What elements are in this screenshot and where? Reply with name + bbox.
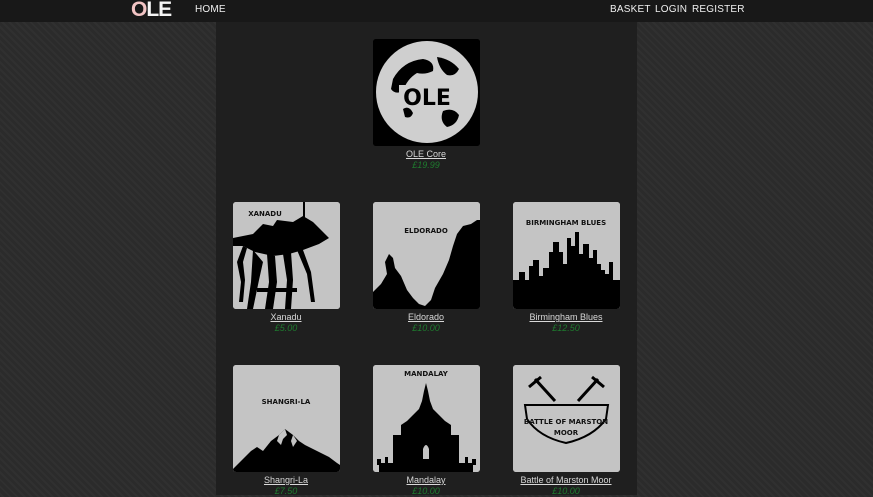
- product-price: £10.00: [412, 486, 440, 496]
- nav-basket-link[interactable]: BASKET: [610, 0, 651, 20]
- product-price: £19.99: [412, 160, 440, 170]
- top-navbar: OLE HOME BASKET LOGIN REGISTER: [0, 0, 873, 22]
- ole-core-thumbnail[interactable]: OLE: [372, 39, 480, 146]
- nav-home-link[interactable]: HOME: [195, 0, 226, 20]
- product-name-link[interactable]: Birmingham Blues: [511, 312, 621, 323]
- mandalay-image-text: MANDALAY: [404, 370, 449, 378]
- product-name-link[interactable]: Mandalay: [371, 475, 481, 486]
- product-card-battle-of-marston-moor: BATTLE OF MARSTON MOOR Battle of Marston…: [511, 365, 621, 497]
- globe-logo-icon: OLE: [372, 39, 480, 146]
- battle-image-text-line2: MOOR: [553, 429, 578, 437]
- product-price: £5.00: [274, 323, 298, 333]
- product-name-link[interactable]: Shangri-La: [231, 475, 341, 486]
- crossed-swords-icon: BATTLE OF MARSTON MOOR: [512, 365, 620, 472]
- mountains-icon: SHANGRI-LA: [232, 365, 340, 472]
- shangri-la-image-text: SHANGRI-LA: [261, 398, 310, 406]
- battle-of-marston-moor-thumbnail[interactable]: BATTLE OF MARSTON MOOR: [512, 365, 620, 472]
- shangri-la-thumbnail[interactable]: SHANGRI-LA: [232, 365, 340, 472]
- birmingham-blues-image-text: BIRMINGHAM BLUES: [525, 219, 605, 227]
- birmingham-blues-thumbnail[interactable]: BIRMINGHAM BLUES: [512, 202, 620, 309]
- product-card-mandalay: MANDALAY Mandalay £10.00: [371, 365, 481, 497]
- xanadu-image-text: XANADU: [248, 210, 282, 218]
- product-card-xanadu: XANADU Xanadu £5.00: [231, 202, 341, 334]
- pagoda-icon: MANDALAY: [372, 365, 480, 472]
- product-card-ole-core: OLE OLE Core £19.99: [371, 39, 481, 171]
- city-skyline-icon: BIRMINGHAM BLUES: [512, 202, 620, 309]
- product-name-link[interactable]: Battle of Marston Moor: [511, 475, 621, 486]
- eldorado-thumbnail[interactable]: ELDORADO: [372, 202, 480, 309]
- nav-login-link[interactable]: LOGIN: [655, 0, 687, 20]
- eldorado-image-text: ELDORADO: [404, 227, 448, 235]
- product-price: £10.00: [412, 323, 440, 333]
- product-card-shangri-la: SHANGRI-LA Shangri-La £7.50: [231, 365, 341, 497]
- product-card-eldorado: ELDORADO Eldorado £10.00: [371, 202, 481, 334]
- battle-image-text-line1: BATTLE OF MARSTON: [523, 418, 607, 426]
- product-price: £10.00: [552, 486, 580, 496]
- product-name-link[interactable]: OLE Core: [371, 149, 481, 160]
- floating-city-icon: XANADU: [232, 202, 340, 309]
- ole-core-image-text: OLE: [403, 86, 451, 111]
- mandalay-thumbnail[interactable]: MANDALAY: [372, 365, 480, 472]
- canyon-icon: ELDORADO: [372, 202, 480, 309]
- product-price: £7.50: [274, 486, 298, 496]
- xanadu-thumbnail[interactable]: XANADU: [232, 202, 340, 309]
- product-price: £12.50: [552, 323, 580, 333]
- product-name-link[interactable]: Xanadu: [231, 312, 341, 323]
- site-logo[interactable]: OLE: [131, 0, 172, 21]
- nav-register-link[interactable]: REGISTER: [692, 0, 745, 20]
- product-card-birmingham-blues: BIRMINGHAM BLUES Birmingham Blues £12.50: [511, 202, 621, 334]
- product-name-link[interactable]: Eldorado: [371, 312, 481, 323]
